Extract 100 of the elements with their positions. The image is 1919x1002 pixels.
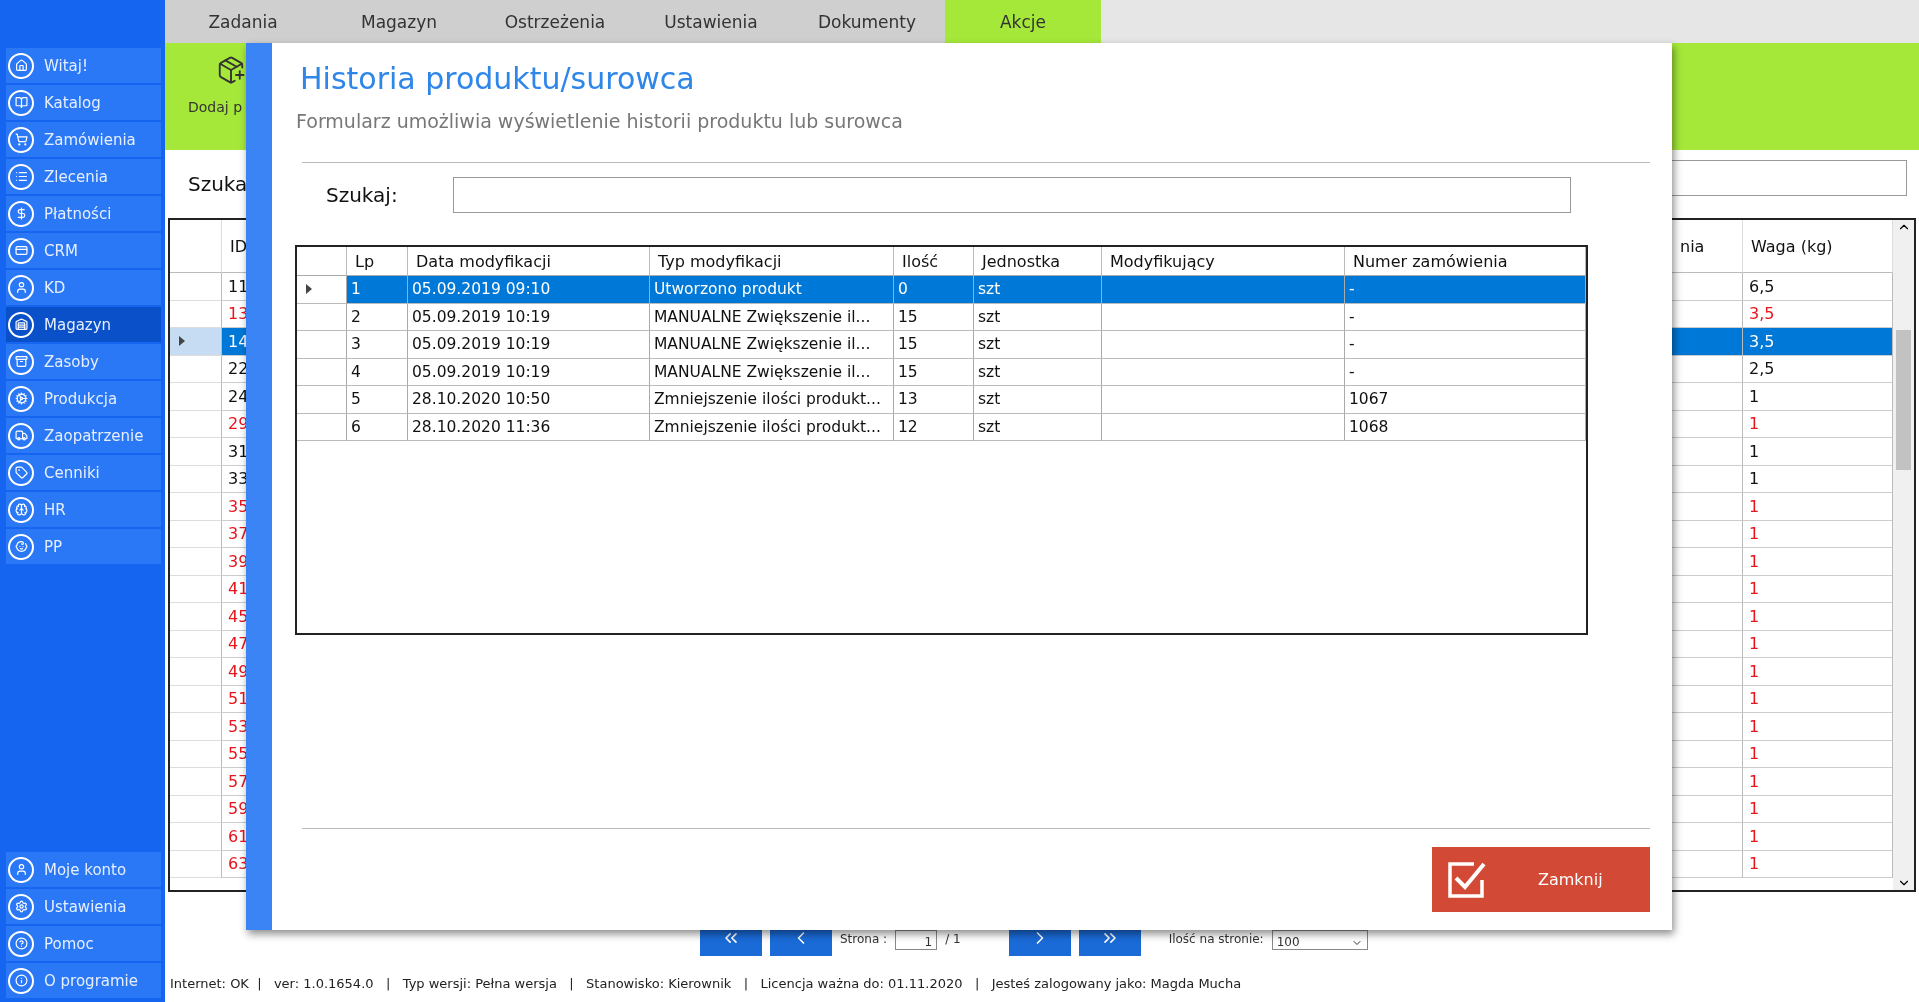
sidebar-item[interactable]: Zlecenia [6, 159, 161, 194]
search-field[interactable] [452, 177, 1571, 213]
sidebar-item[interactable]: O programie [6, 963, 161, 998]
table-cell: 2 [347, 303, 408, 331]
table-cell: 15 [894, 358, 974, 386]
sidebar-item[interactable]: Pomoc [6, 926, 161, 961]
row-header[interactable] [170, 438, 222, 466]
row-header[interactable] [170, 575, 222, 603]
table-cell: 1 [1743, 438, 1893, 466]
table-cell: 15 [894, 331, 974, 359]
row-header[interactable] [297, 386, 347, 414]
tab[interactable]: Zadania [165, 0, 321, 43]
warehouse-icon [8, 311, 34, 338]
gear-icon [8, 385, 34, 412]
row-header[interactable] [170, 630, 222, 658]
row-pointer-icon [178, 336, 186, 347]
row-header[interactable] [297, 413, 347, 441]
tab[interactable]: Akcje [945, 0, 1101, 43]
row-header[interactable] [170, 768, 222, 796]
cart-icon [8, 126, 34, 153]
scrollbar[interactable] [1893, 220, 1914, 890]
sidebar-item[interactable]: Zasoby [6, 344, 161, 379]
table-cell: 1 [1743, 383, 1893, 411]
row-header[interactable] [170, 273, 222, 301]
table-cell: 6 [347, 413, 408, 441]
row-header[interactable] [170, 410, 222, 438]
sidebar-item[interactable]: Zaopatrzenie [6, 418, 161, 453]
table-cell: 1068 [1345, 413, 1586, 441]
page-total: / 1 [945, 931, 961, 946]
row-header[interactable] [170, 823, 222, 851]
close-button[interactable]: Zamknij [1432, 847, 1650, 912]
row-header[interactable] [170, 465, 222, 493]
table-cell: szt [974, 331, 1102, 359]
page-field[interactable]: 1 [895, 930, 938, 950]
table-cell: 1 [1743, 795, 1893, 823]
row-header[interactable] [170, 355, 222, 383]
tab[interactable]: Magazyn [321, 0, 477, 43]
truck-icon [8, 422, 34, 449]
row-header[interactable] [170, 520, 222, 548]
user-icon [8, 856, 34, 883]
sidebar-item[interactable]: Magazyn [6, 307, 161, 342]
row-header[interactable] [170, 850, 222, 878]
row-header[interactable] [170, 548, 222, 576]
table-cell: 1 [1743, 548, 1893, 576]
ribbon-button-label[interactable]: Dodaj p [188, 99, 243, 115]
scroll-thumb[interactable] [1896, 330, 1911, 470]
table-cell: 6,5 [1743, 273, 1893, 301]
row-header[interactable] [170, 328, 222, 356]
table-cell: szt [974, 413, 1102, 441]
book-icon [8, 89, 34, 116]
sidebar-item[interactable]: Moje konto [6, 852, 161, 887]
sidebar-item[interactable]: PP [6, 529, 161, 564]
archive-icon [8, 348, 34, 375]
row-header[interactable] [170, 383, 222, 411]
table-cell: 1067 [1345, 386, 1586, 414]
table-cell: MANUALNE Zwiększenie il... [650, 303, 894, 331]
table-cell: 1 [347, 276, 408, 304]
dialog-subtitle: Formularz umożliwia wyświetlenie historii produktu lub surowca [296, 110, 904, 132]
sidebar-item[interactable]: Cenniki [6, 455, 161, 490]
per-page-select[interactable]: 100 [1271, 930, 1368, 950]
row-header[interactable] [297, 303, 347, 331]
search-field[interactable] [1670, 160, 1907, 196]
tab[interactable]: Ustawienia [633, 0, 789, 43]
add-product-icon[interactable] [216, 55, 246, 85]
table-cell: 05.09.2019 09:10 [408, 276, 650, 304]
row-header[interactable] [297, 276, 347, 304]
row-header[interactable] [170, 713, 222, 741]
sidebar-item[interactable]: CRM [6, 233, 161, 268]
sidebar-item[interactable]: Produkcja [6, 381, 161, 416]
table-cell: 1 [1743, 575, 1893, 603]
table-cell: 2,5 [1743, 355, 1893, 383]
table-cell: 28.10.2020 11:36 [408, 413, 650, 441]
row-header[interactable] [170, 658, 222, 686]
dollar-icon [8, 200, 34, 227]
row-header[interactable] [170, 685, 222, 713]
sidebar-item[interactable]: HR [6, 492, 161, 527]
row-header[interactable] [170, 603, 222, 631]
row-header[interactable] [170, 493, 222, 521]
row-header[interactable] [170, 740, 222, 768]
table-cell: 1 [1743, 740, 1893, 768]
table-cell: szt [974, 386, 1102, 414]
row-header[interactable] [297, 358, 347, 386]
table-cell: 1 [1743, 850, 1893, 878]
tab[interactable]: Dokumenty [789, 0, 945, 43]
sidebar-item[interactable]: Katalog [6, 85, 161, 120]
sidebar-item[interactable]: Płatności [6, 196, 161, 231]
row-header[interactable] [170, 300, 222, 328]
brain-icon [8, 496, 34, 523]
dialog-title: Historia produktu/surowca [300, 61, 696, 96]
table-cell: 28.10.2020 10:50 [408, 386, 650, 414]
page-label: Strona : [840, 931, 888, 946]
sidebar-item[interactable]: Witaj! [6, 48, 161, 83]
table-cell: - [1345, 331, 1586, 359]
row-header[interactable] [170, 795, 222, 823]
row-header[interactable] [297, 331, 347, 359]
sidebar-item[interactable]: KD [6, 270, 161, 305]
sidebar-item[interactable]: Zamówienia [6, 122, 161, 157]
table-cell: 5 [347, 386, 408, 414]
tab[interactable]: Ostrzeżenia [477, 0, 633, 43]
sidebar-item[interactable]: Ustawienia [6, 889, 161, 924]
